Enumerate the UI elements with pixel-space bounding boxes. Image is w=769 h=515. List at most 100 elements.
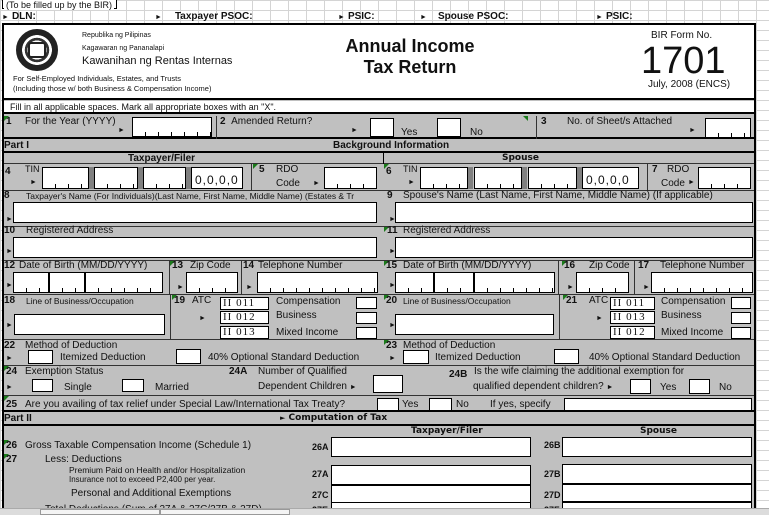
spouse-address-input[interactable] <box>395 237 753 258</box>
taxpayer-psoc-field[interactable]: ► Taxpayer PSOC: <box>155 11 253 23</box>
amended-yes-checkbox[interactable] <box>370 118 394 137</box>
tin-part3-input[interactable] <box>143 167 186 189</box>
divider <box>170 295 171 340</box>
psic-field-2[interactable]: ► PSIC: <box>596 11 633 23</box>
spouse-business-input[interactable] <box>395 314 554 335</box>
item7-label2: Code <box>661 178 685 189</box>
arrow-icon: ► <box>689 127 696 134</box>
agency-line3: Kawanihan ng Rentas Internas <box>82 55 233 67</box>
atc-code-compensation: II 011 <box>220 297 269 310</box>
amended-no-checkbox[interactable] <box>437 118 461 137</box>
spouse-osd-checkbox[interactable] <box>554 349 579 364</box>
birth-month-input[interactable] <box>13 272 49 293</box>
arrow-icon: ► <box>280 414 286 422</box>
sheets-attached-input[interactable] <box>705 118 751 138</box>
year-input[interactable] <box>132 117 212 137</box>
computation-taxpayer-header: Taxpayer/Filer <box>411 426 483 436</box>
tax-relief-no-checkbox[interactable] <box>429 398 452 411</box>
psic-field-1[interactable]: ► PSIC: <box>338 11 375 23</box>
taxpayer-name-input[interactable] <box>13 202 377 223</box>
tin-part2-input[interactable] <box>94 167 138 189</box>
item21-number: 21 <box>566 295 578 306</box>
spouse-compensation-checkbox[interactable] <box>731 297 751 309</box>
spouse-birth-year-input[interactable] <box>474 272 555 293</box>
item6-number: 6 <box>386 166 392 177</box>
item5-label1: RDO <box>276 164 299 175</box>
spouse-tin-part3-input[interactable] <box>528 167 577 189</box>
item26a-input[interactable] <box>331 437 531 457</box>
psic-label-2: PSIC: <box>605 11 633 22</box>
arrow-icon: ► <box>6 248 13 255</box>
tax-relief-yes-checkbox[interactable] <box>377 398 399 411</box>
spouse-name-input[interactable] <box>395 202 753 223</box>
compensation-checkbox[interactable] <box>356 297 377 309</box>
spouse-atc-code-business: II 013 <box>610 311 655 324</box>
item26b-input[interactable] <box>562 437 752 457</box>
spouse-business-checkbox[interactable] <box>731 312 751 324</box>
spouse-tin-part1-input[interactable] <box>420 167 468 189</box>
item18-label: Line of Business/Occupation <box>26 296 134 306</box>
divider <box>634 261 635 295</box>
spouse-telephone-input[interactable] <box>651 272 753 293</box>
itemized-deduction-checkbox[interactable] <box>28 350 53 364</box>
amended-yes-label: Yes <box>401 127 418 138</box>
osd-checkbox[interactable] <box>176 349 201 364</box>
birth-year-input[interactable] <box>85 272 163 293</box>
spouse-psoc-field[interactable]: ► Spouse PSOC: <box>420 11 509 23</box>
atc-option-business-label: Business <box>276 310 317 321</box>
spouse-osd-label: 40% Optional Standard Deduction <box>589 352 741 363</box>
item24a-label1: Number of Qualified <box>258 366 347 377</box>
item27b-input[interactable] <box>562 464 752 484</box>
tax-relief-specify-input[interactable] <box>564 398 752 411</box>
taxpayer-business-input[interactable] <box>14 314 165 335</box>
for-line1: For Self-Employed Individuals, Estates, … <box>13 74 181 83</box>
spouse-birth-month-input[interactable] <box>395 272 434 293</box>
spouse-tin-part2-input[interactable] <box>474 167 522 189</box>
item27d-input[interactable] <box>562 484 752 502</box>
scrollbar-thumb[interactable] <box>160 509 290 515</box>
item19-label: ATC <box>192 295 212 306</box>
item25-number: 25 <box>6 399 18 410</box>
spouse-atc-code-mixed: II 012 <box>610 326 655 339</box>
rdo-code-input[interactable] <box>324 167 377 189</box>
wife-claim-no-label: No <box>719 382 732 393</box>
item3-number: 3 <box>541 116 547 127</box>
sheet-tab[interactable] <box>40 509 160 515</box>
item27d-code: 27D <box>544 490 561 500</box>
spouse-rdo-code-input[interactable] <box>698 167 751 189</box>
item1-label: For the Year (YYYY) <box>25 116 116 127</box>
spouse-itemized-deduction-checkbox[interactable] <box>403 350 429 364</box>
spouse-birth-day-input[interactable] <box>434 272 474 293</box>
tin-branch-input[interactable]: 0,0,0,0 <box>191 167 243 189</box>
telephone-input[interactable] <box>257 272 378 293</box>
spouse-tin-branch-input[interactable]: 0,0,0,0 <box>582 167 639 189</box>
birth-day-input[interactable] <box>49 272 85 293</box>
single-checkbox[interactable] <box>32 379 53 392</box>
item6-label: TIN <box>403 164 418 174</box>
tin-part1-input[interactable] <box>42 167 89 189</box>
comment-marker-icon <box>253 164 258 169</box>
item8-label: Taxpayer's Name (For Individuals)(Last N… <box>26 191 355 201</box>
married-checkbox[interactable] <box>122 379 144 392</box>
item24-label: Exemption Status <box>25 366 104 377</box>
spouse-psoc-label: Spouse PSOC: <box>437 11 509 22</box>
spouse-zip-code-input[interactable] <box>576 272 629 293</box>
osd-label: 40% Optional Standard Deduction <box>208 352 360 363</box>
dln-label: DLN: <box>11 11 36 22</box>
dependent-children-input[interactable] <box>373 375 403 393</box>
dln-field[interactable]: ► DLN: <box>2 11 36 23</box>
item13-label: Zip Code <box>190 260 231 271</box>
agency-line2: Kagawaran ng Pananalapi <box>82 45 165 52</box>
zip-code-input[interactable] <box>186 272 238 293</box>
item7-label1: RDO <box>667 164 690 175</box>
business-checkbox[interactable] <box>356 312 377 324</box>
spouse-mixed-income-checkbox[interactable] <box>731 327 751 339</box>
wife-claim-no-checkbox[interactable] <box>689 379 710 394</box>
taxpayer-address-input[interactable] <box>13 237 377 258</box>
mixed-income-checkbox[interactable] <box>356 327 377 339</box>
part1-label: Part I <box>4 140 30 151</box>
wife-claim-yes-checkbox[interactable] <box>630 379 651 394</box>
item27c-input[interactable] <box>331 485 531 503</box>
amended-no-label: No <box>470 127 483 138</box>
item27a-input[interactable] <box>331 465 531 485</box>
